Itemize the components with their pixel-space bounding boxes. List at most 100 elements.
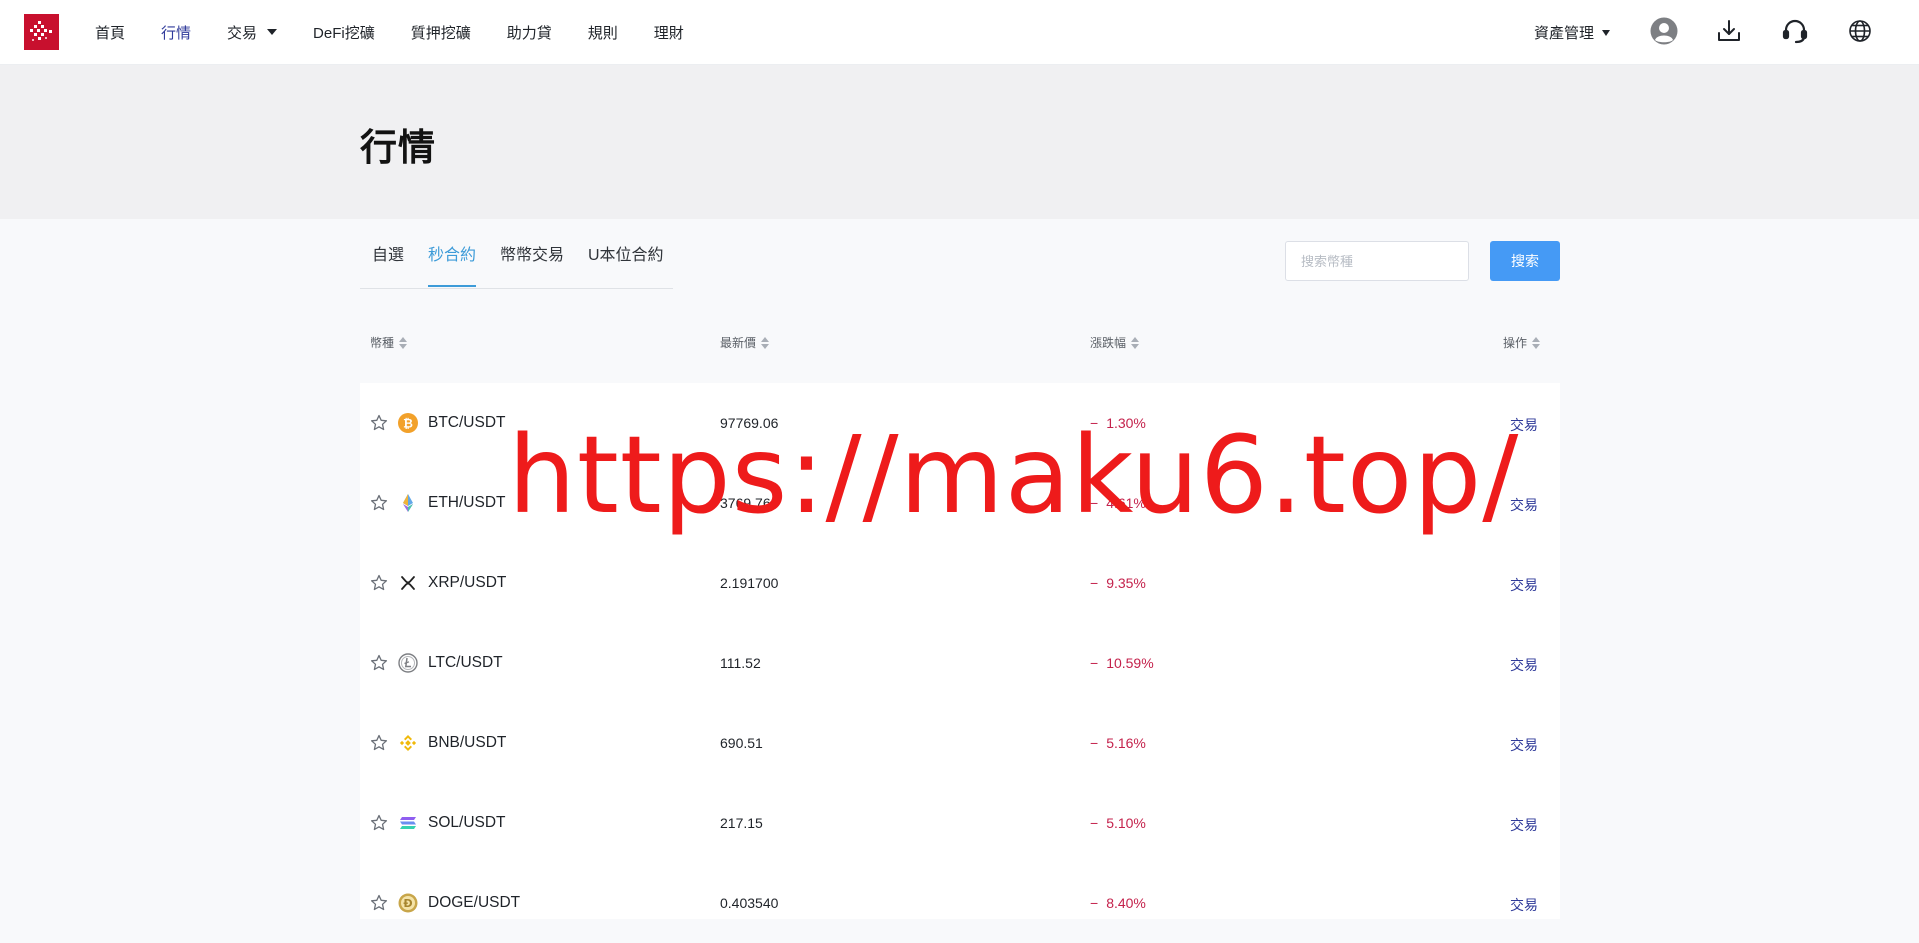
tab-favorites[interactable]: 自選 [372,241,404,265]
tab-second-contract[interactable]: 秒合約 [428,241,476,265]
change-percent: 9.35% [1106,575,1146,591]
change-sign: − [1090,495,1099,511]
pair-name: BTC/USDT [428,414,506,431]
eth-icon [403,494,413,512]
change-sign: − [1090,415,1099,431]
svg-text:₿: ₿ [403,417,413,431]
nav-item-label: 交易 [227,24,258,42]
top-navbar: 首頁 行情 交易 DeFi挖礦 質押挖礦 助力貸 規則 理財 資產管理 [0,0,1919,65]
nav-item-rules[interactable]: 規則 [588,22,618,43]
price-change: −5.10% [1090,815,1146,831]
download-icon[interactable] [1714,16,1744,46]
column-header-change[interactable]: 漲跌幅 [1090,334,1140,351]
favorite-star-icon[interactable] [370,414,388,432]
change-percent: 5.16% [1106,735,1146,751]
nav-item-label: 質押挖礦 [410,24,471,42]
asset-menu-label: 資產管理 [1534,25,1595,42]
tab-usdt-futures[interactable]: U本位合約 [588,241,664,265]
change-percent: 10.59% [1106,655,1154,671]
user-avatar-icon[interactable] [1649,16,1679,46]
caret-down-icon [267,29,278,35]
favorite-star-icon[interactable] [370,894,388,912]
brand-logo-icon[interactable] [24,14,59,50]
table-row[interactable]: ETH/USDT 3769.76 −4.61% 交易 [360,463,1560,543]
nav-item-loan[interactable]: 助力貸 [507,22,552,43]
trade-link[interactable]: 交易 [1510,655,1538,675]
change-sign: − [1090,815,1099,831]
asset-management-menu[interactable]: 資產管理 [1534,22,1611,43]
nav-item-staking[interactable]: 質押挖礦 [411,22,471,43]
market-tabs: 自選 秒合約 幣幣交易 U本位合約 [360,233,673,289]
table-row[interactable]: BNB/USDT 690.51 −5.16% 交易 [360,703,1560,783]
svg-text:Ð: Ð [403,897,412,910]
change-percent: 8.40% [1106,895,1146,911]
xrp-icon [401,576,415,590]
search-input[interactable] [1285,241,1469,281]
change-percent: 4.61% [1106,495,1146,511]
sort-icon [1532,336,1541,349]
latest-price: 111.52 [720,655,761,671]
caret-down-icon [1602,29,1611,36]
trade-link[interactable]: 交易 [1510,575,1538,595]
trade-link[interactable]: 交易 [1510,815,1538,835]
page-title: 行情 [360,127,436,168]
trade-link[interactable]: 交易 [1510,895,1538,915]
change-sign: − [1090,655,1099,671]
sort-icon [761,336,770,349]
sol-icon [400,817,416,829]
column-header-label: 漲跌幅 [1090,336,1127,350]
nav-item-defi-mining[interactable]: DeFi挖礦 [313,22,375,43]
nav-item-home[interactable]: 首頁 [95,22,125,43]
favorite-star-icon[interactable] [370,814,388,832]
pair-name: XRP/USDT [428,574,507,591]
favorite-star-icon[interactable] [370,654,388,672]
favorite-star-icon[interactable] [370,494,388,512]
market-table: ₿ BTC/USDT 97769.06 −1.30% 交易 ETH/USDT 3… [360,383,1560,919]
nav-item-label: 助力貸 [506,24,552,42]
search-button[interactable]: 搜索 [1490,241,1560,281]
column-header-price[interactable]: 最新價 [720,334,770,351]
favorite-star-icon[interactable] [370,574,388,592]
tab-spot-trading[interactable]: 幣幣交易 [500,241,564,265]
trade-link[interactable]: 交易 [1510,415,1538,435]
sort-icon [399,336,408,349]
table-row[interactable]: Ð DOGE/USDT 0.403540 −8.40% 交易 [360,863,1560,943]
column-header-label: 最新價 [720,336,757,350]
column-header-coin[interactable]: 幣種 [370,334,408,351]
change-percent: 1.30% [1106,415,1146,431]
pair-name: BNB/USDT [428,734,507,751]
table-row[interactable]: LTC/USDT 111.52 −10.59% 交易 [360,623,1560,703]
table-row[interactable]: ₿ BTC/USDT 97769.06 −1.30% 交易 [360,383,1560,463]
latest-price: 97769.06 [720,415,779,431]
latest-price: 690.51 [720,735,763,751]
nav-item-finance[interactable]: 理財 [654,22,684,43]
nav-item-market[interactable]: 行情 [161,22,191,43]
pair-name: ETH/USDT [428,494,506,511]
price-change: −8.40% [1090,895,1146,911]
nav-item-label: 首頁 [95,24,126,42]
doge-icon: Ð [398,893,418,913]
price-change: −5.16% [1090,735,1146,751]
bnb-icon [399,735,417,751]
globe-icon[interactable] [1845,16,1875,46]
column-header-action[interactable]: 操作 [1503,334,1541,351]
active-tab-indicator [428,285,476,287]
price-change: −4.61% [1090,495,1146,511]
headset-icon[interactable] [1780,16,1810,46]
btc-icon: ₿ [398,413,418,433]
change-sign: − [1090,895,1099,911]
change-percent: 5.10% [1106,815,1146,831]
latest-price: 3769.76 [720,495,771,511]
favorite-star-icon[interactable] [370,734,388,752]
nav-item-label: 規則 [587,24,618,42]
price-change: −9.35% [1090,575,1146,591]
main-nav: 首頁 行情 交易 DeFi挖礦 質押挖礦 助力貸 規則 理財 [95,0,720,64]
trade-link[interactable]: 交易 [1510,495,1538,515]
nav-item-label: 行情 [161,24,192,42]
latest-price: 2.191700 [720,575,779,591]
nav-item-trade[interactable]: 交易 [227,22,278,43]
table-row[interactable]: XRP/USDT 2.191700 −9.35% 交易 [360,543,1560,623]
trade-link[interactable]: 交易 [1510,735,1538,755]
table-row[interactable]: SOL/USDT 217.15 −5.10% 交易 [360,783,1560,863]
price-change: −10.59% [1090,655,1154,671]
